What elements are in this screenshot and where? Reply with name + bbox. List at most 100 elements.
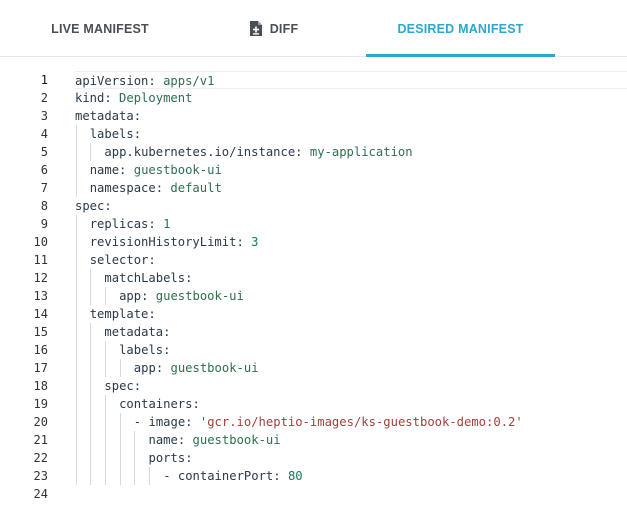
indent-guide [149,467,150,485]
code-line: 24 [0,485,627,503]
yaml-key: namespace [89,181,156,195]
code-area: spec: [75,377,627,395]
code-area: app: guestbook-ui [75,359,627,377]
code-area: metadata: [75,323,627,341]
code-area: ports: [75,449,627,467]
yaml-colon: : [148,253,156,267]
yaml-key: name [148,433,178,447]
code-line: 12 matchLabels: [0,269,627,287]
yaml-value: default [170,181,222,195]
code-line: 6 name: guestbook-ui [0,161,627,179]
yaml-key: labels [119,343,164,357]
code-area: - containerPort: 80 [75,467,627,485]
line-number: 24 [33,487,48,501]
code-text: app: guestbook-ui [134,359,259,377]
indent-guide [90,341,92,359]
yaml-colon: : [148,74,156,88]
code-line: 16 labels: [0,341,627,359]
code-line: 7 namespace: default [0,179,627,197]
yaml-key: metadata [104,325,164,339]
line-number: 11 [33,253,48,267]
indent-guide [75,215,77,233]
yaml-colon: : [236,235,244,249]
yaml-key: name [89,163,120,177]
code-text: matchLabels: [104,269,192,287]
indent-guide [104,341,106,359]
code-line: 5 app.kubernetes.io/instance: my-applicat… [0,143,627,161]
line-number: 15 [33,325,48,339]
code-line: 15 metadata: [0,323,627,341]
line-number: 18 [33,379,48,393]
code-area: metadata: [75,107,627,125]
indent-guide [75,359,77,377]
line-number: 16 [33,343,48,357]
tab-live-manifest-label: LIVE MANIFEST [51,21,149,36]
code-text: replicas: 1 [90,215,171,233]
code-area: name: guestbook-ui [75,431,627,449]
indent-guide [75,287,77,305]
yaml-code-editor[interactable]: 1 apiVersion: apps/v1 2 kind: Deployment 3 me… [0,71,627,513]
code-area: apiVersion: apps/v1 [75,71,627,89]
yaml-colon: : [133,127,142,141]
yaml-value: guestbook-ui [155,289,244,303]
yaml-key: containerPort [177,469,274,483]
code-line: 3 metadata: [0,107,627,125]
yaml-key: app.kubernetes.io/instance [104,145,296,159]
code-line: 9 replicas: 1 [0,215,627,233]
yaml-colon: : [133,379,142,393]
yaml-value: my-application [309,145,413,159]
indent-guide [134,467,136,485]
code-line: 13 app: guestbook-ui [0,287,627,305]
indent-guide [104,359,106,377]
indent-guide [119,359,121,377]
line-number: 8 [40,199,48,213]
code-text: ports: [149,449,193,467]
indent-guide [90,143,92,161]
yaml-value: 80 [287,469,303,483]
line-number: 20 [33,415,48,429]
tab-live-manifest[interactable]: LIVE MANIFEST [0,0,200,57]
code-area: name: guestbook-ui [75,161,627,179]
code-area [75,485,627,503]
yaml-colon: : [192,397,200,411]
code-text: - containerPort: 80 [163,467,302,485]
code-line: 1 apiVersion: apps/v1 [0,71,627,89]
tab-diff[interactable]: DIFF [182,0,365,57]
yaml-colon: : [185,451,193,465]
yaml-colon: : [133,109,142,123]
indent-guide [75,395,77,413]
indent-guide [134,449,136,467]
yaml-value: guestbook-ui [192,433,281,447]
tab-desired-manifest[interactable]: DESIRED MANIFEST [366,0,555,57]
yaml-key: spec [75,199,105,213]
indent-guide [75,467,77,485]
yaml-value: apps/v1 [163,74,215,88]
indent-guide [75,233,77,251]
line-number: 2 [40,91,48,105]
yaml-key: metadata [75,109,134,123]
line-number: 23 [33,469,48,483]
code-text: kind: Deployment [75,89,192,107]
line-number: 7 [40,181,48,195]
code-line: 18 spec: [0,377,627,395]
line-number: 22 [33,451,48,465]
yaml-key: containers [119,397,193,411]
code-area: containers: [75,395,627,413]
line-number: 13 [33,289,48,303]
yaml-colon: : [185,271,193,285]
line-number: 14 [33,307,48,321]
yaml-key: app [133,361,156,375]
line-number: 4 [40,127,48,141]
code-line: 19 containers: [0,395,627,413]
indent-guide [75,377,77,395]
yaml-value: guestbook-ui [133,163,222,177]
yaml-colon: : [273,469,281,483]
code-text: namespace: default [90,179,222,197]
indent-guide [90,431,92,449]
line-number: 12 [33,271,48,285]
indent-guide [75,143,77,161]
code-line: 11 selector: [0,251,627,269]
code-text: spec: [104,377,141,395]
yaml-colon: : [104,199,112,213]
indent-guide [75,125,77,143]
